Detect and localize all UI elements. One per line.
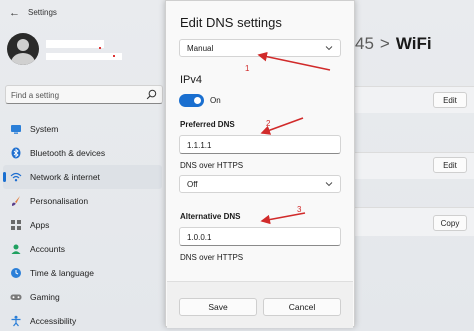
save-button[interactable]: Save (179, 298, 257, 316)
sidebar-item-accounts[interactable]: Accounts (0, 237, 165, 261)
breadcrumb-previous[interactable]: 45 (355, 34, 374, 53)
edit-button[interactable]: Edit (433, 92, 467, 108)
dialog-footer: Save Cancel (167, 281, 353, 328)
sidebar-item-personalisation[interactable]: Personalisation (0, 189, 165, 213)
sidebar-item-label: Apps (30, 220, 50, 230)
settings-card: Copy (355, 207, 474, 236)
wifi-icon (10, 171, 22, 183)
annotation-number-1: 1 (245, 64, 250, 73)
preferred-https-dropdown[interactable]: Off (179, 175, 341, 193)
sidebar-item-label: Accounts (30, 244, 65, 254)
avatar (7, 33, 39, 65)
preferred-https-value: Off (187, 179, 198, 189)
alternative-https-label: DNS over HTTPS (180, 253, 244, 262)
alternative-dns-input[interactable] (187, 232, 327, 242)
ipv4-toggle-label: On (210, 96, 221, 105)
dialog-title: Edit DNS settings (180, 15, 282, 30)
redaction-mark (113, 55, 115, 57)
chevron-down-icon (325, 46, 333, 51)
preferred-dns-input[interactable] (187, 140, 327, 150)
monitor-icon (10, 123, 22, 135)
edit-dns-dialog: Edit DNS settings Manual IPv4 On Preferr… (165, 0, 355, 328)
sidebar-item-label: Time & language (30, 268, 94, 278)
sidebar-item-network[interactable]: Network & internet (3, 165, 162, 189)
annotation-number-3: 3 (297, 205, 302, 214)
ipv4-toggle[interactable] (179, 94, 204, 107)
copy-button[interactable]: Copy (433, 215, 467, 231)
apps-icon (10, 219, 22, 231)
settings-card: Edit (355, 86, 474, 113)
globe-clock-icon (10, 267, 22, 279)
sidebar-item-label: Accessibility (30, 316, 77, 326)
dns-mode-dropdown[interactable]: Manual (179, 39, 341, 57)
sidebar-nav: System Bluetooth & devices Network & int… (0, 117, 165, 331)
alternative-dns-label: Alternative DNS (180, 212, 241, 221)
alternative-dns-field[interactable] (179, 227, 341, 246)
sidebar-item-accessibility[interactable]: Accessibility (0, 309, 165, 331)
dns-mode-value: Manual (187, 43, 214, 53)
sidebar-item-label: System (30, 124, 59, 134)
sidebar-item-label: Personalisation (30, 196, 89, 206)
back-arrow-icon[interactable]: ← (9, 7, 20, 18)
sidebar-item-time-language[interactable]: Time & language (0, 261, 165, 285)
gamepad-icon (10, 291, 22, 303)
edit-dns-button[interactable]: Edit (433, 157, 467, 173)
person-icon (10, 243, 22, 255)
bluetooth-icon (10, 147, 22, 159)
accessibility-icon (10, 315, 22, 327)
sidebar-item-label: Gaming (30, 292, 60, 302)
page-title: WiFi (395, 34, 432, 53)
breadcrumb-separator: > (379, 34, 390, 53)
redacted-email (46, 53, 122, 60)
preferred-dns-label: Preferred DNS (180, 120, 235, 129)
breadcrumb: 45 > WiFi (355, 34, 432, 54)
cancel-button[interactable]: Cancel (263, 298, 341, 316)
settings-card: Edit (355, 152, 474, 179)
sidebar-item-apps[interactable]: Apps (0, 213, 165, 237)
redacted-username (46, 40, 104, 48)
sidebar-item-bluetooth[interactable]: Bluetooth & devices (0, 141, 165, 165)
search-input[interactable] (11, 89, 141, 101)
sidebar-item-label: Bluetooth & devices (30, 148, 106, 158)
redaction-mark (99, 47, 101, 49)
search-icon (146, 89, 157, 100)
window-title: Settings (28, 8, 57, 17)
chevron-down-icon (325, 182, 333, 187)
brush-icon (10, 195, 22, 207)
annotation-number-2: 2 (266, 119, 271, 128)
search-field[interactable] (5, 85, 163, 104)
sidebar-item-system[interactable]: System (0, 117, 165, 141)
preferred-https-label: DNS over HTTPS (180, 161, 244, 170)
preferred-dns-field[interactable] (179, 135, 341, 154)
sidebar-item-label: Network & internet (30, 172, 100, 182)
sidebar-item-gaming[interactable]: Gaming (0, 285, 165, 309)
title-bar: ← Settings (9, 7, 57, 18)
ipv4-heading: IPv4 (180, 74, 203, 86)
